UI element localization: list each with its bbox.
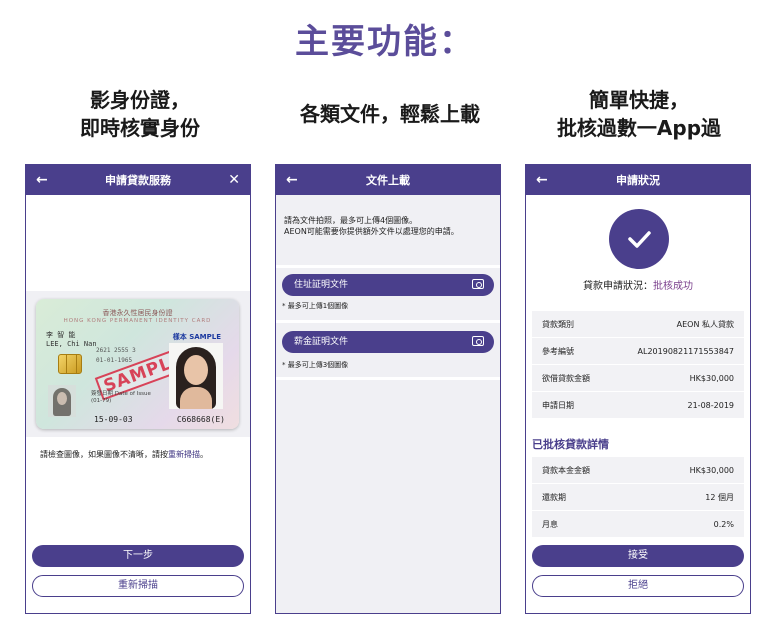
- phone-screen-application-status: ← 申請狀況 貸款申請狀況：批核成功 貸款類別 AEON 私人貸款 參考編號 AL2…: [525, 164, 751, 614]
- back-arrow-icon[interactable]: ←: [36, 165, 48, 195]
- address-proof-upload-button[interactable]: 住址証明文件: [282, 274, 494, 296]
- table-row: 申請日期 21-08-2019: [532, 392, 744, 419]
- feature-caption-upload: 各類文件，輕鬆上載: [300, 102, 480, 126]
- card-portrait: [169, 343, 223, 409]
- approved-loan-heading: 已批核貸款詳情: [532, 438, 609, 451]
- address-proof-section: 住址証明文件 * 最多可上傳1個圖像: [276, 268, 500, 320]
- table-row: 月息 0.2%: [532, 511, 744, 538]
- rescan-link[interactable]: 重新掃描: [168, 450, 200, 459]
- table-row: 欲借貸款金額 HK$30,000: [532, 365, 744, 392]
- app-header: ← 申請狀況: [526, 165, 750, 195]
- back-arrow-icon[interactable]: ←: [536, 165, 548, 195]
- screen-title: 文件上載: [366, 174, 410, 187]
- accept-button[interactable]: 接受: [532, 545, 744, 567]
- income-proof-upload-button[interactable]: 薪金証明文件: [282, 331, 494, 353]
- success-check-icon: [609, 209, 669, 269]
- status-value: 批核成功: [653, 281, 693, 292]
- table-row: 還款期 12 個月: [532, 484, 744, 511]
- card-ghost-portrait: [48, 385, 76, 417]
- id-card-image: 香港永久性居民身份證 HONG KONG PERMANENT IDENTITY …: [36, 299, 239, 429]
- table-row: 貸款本金金額 HK$30,000: [532, 457, 744, 484]
- back-arrow-icon[interactable]: ←: [286, 165, 298, 195]
- rescan-button[interactable]: 重新掃描: [32, 575, 244, 597]
- page-title: 主要功能：: [295, 22, 475, 62]
- feature-caption-id: 影身份證， 即時核實身份: [80, 88, 200, 140]
- income-proof-section: 薪金証明文件 * 最多可上傳3個圖像: [276, 323, 500, 377]
- upload-instructions: 請為文件拍照，最多可上傳4個圖像。 AEON可能需要你提供額外文件以處理您的申請…: [276, 195, 500, 265]
- app-header: ← 文件上載: [276, 165, 500, 195]
- next-step-button[interactable]: 下一步: [32, 545, 244, 567]
- card-number: C668668(E): [176, 415, 225, 424]
- empty-area: [276, 380, 500, 613]
- app-header: ← 申請貸款服務 ✕: [26, 165, 250, 195]
- table-row: 貸款類別 AEON 私人貸款: [532, 311, 744, 338]
- feature-caption-approval: 簡單快捷， 批核過數一App過: [556, 88, 722, 140]
- application-status: 貸款申請狀況：批核成功: [583, 281, 693, 292]
- close-icon[interactable]: ✕: [228, 165, 240, 195]
- camera-icon: [472, 279, 484, 289]
- table-row: 參考編號 AL20190821171553847: [532, 338, 744, 365]
- phone-screen-document-upload: ← 文件上載 請為文件拍照，最多可上傳4個圖像。 AEON可能需要你提供額外文件…: [275, 164, 501, 614]
- card-issue-date: 15-09-03: [94, 415, 133, 424]
- reject-button[interactable]: 拒絕: [532, 575, 744, 597]
- screen-title: 申請狀況: [616, 174, 660, 187]
- application-info-table: 貸款類別 AEON 私人貸款 參考編號 AL20190821171553847 欲借…: [532, 311, 744, 419]
- approved-loan-table: 貸款本金金額 HK$30,000 還款期 12 個月 月息 0.2%: [532, 457, 744, 538]
- camera-icon: [472, 336, 484, 346]
- chip-icon: [58, 354, 82, 374]
- screen-title: 申請貸款服務: [105, 174, 171, 187]
- phone-screen-id-scan: ← 申請貸款服務 ✕ 香港永久性居民身份證 HONG KONG PERMANEN…: [25, 164, 251, 614]
- card-name: 李 智 能 LEE, Chi Nan: [46, 331, 97, 348]
- image-check-note: 請檢查圖像，如果圖像不清晰，請按重新掃描。: [40, 450, 208, 459]
